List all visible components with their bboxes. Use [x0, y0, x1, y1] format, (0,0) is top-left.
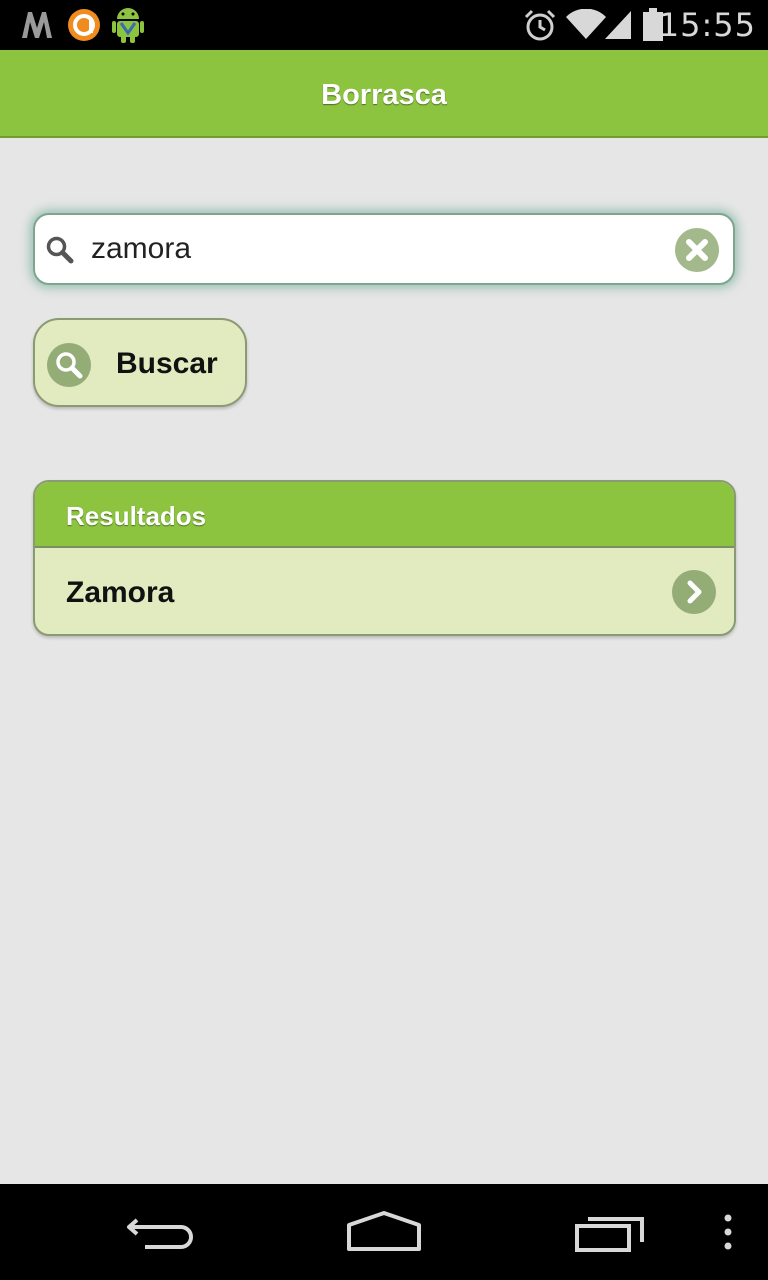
chevron-right-icon [672, 570, 716, 614]
clock: 15:55 [658, 6, 756, 44]
home-icon [347, 1211, 421, 1251]
page-title: Borrasca [321, 79, 447, 111]
overflow-menu-button[interactable] [708, 1184, 748, 1280]
overflow-menu-icon [724, 1214, 732, 1250]
status-bar: 15:55 [0, 0, 768, 50]
recent-apps-icon [575, 1217, 644, 1252]
results-title: Resultados [66, 501, 207, 531]
back-icon [127, 1218, 193, 1249]
wifi-icon [566, 0, 606, 50]
clear-search-button[interactable] [675, 228, 719, 272]
search-icon [47, 343, 91, 387]
recent-apps-button[interactable] [562, 1184, 658, 1280]
m-app-icon [18, 0, 56, 50]
alarm-icon [522, 0, 558, 50]
buscar-button[interactable]: Buscar [33, 318, 247, 407]
navigation-bar [0, 1184, 768, 1280]
results-list: Resultados Zamora [33, 480, 736, 636]
search-box[interactable] [33, 213, 735, 285]
buscar-label: Buscar [116, 347, 218, 380]
home-button[interactable] [336, 1184, 432, 1280]
search-input[interactable] [91, 223, 651, 275]
search-icon [45, 235, 75, 265]
orange-a-app-icon [66, 0, 102, 50]
list-item[interactable]: Zamora [35, 548, 734, 634]
list-item-label: Zamora [66, 576, 175, 609]
results-header: Resultados [35, 482, 734, 548]
app-header: Borrasca [0, 50, 768, 138]
clear-icon [686, 239, 708, 261]
back-button[interactable] [112, 1184, 208, 1280]
signal-icon [604, 0, 634, 50]
android-debug-icon [110, 0, 146, 50]
